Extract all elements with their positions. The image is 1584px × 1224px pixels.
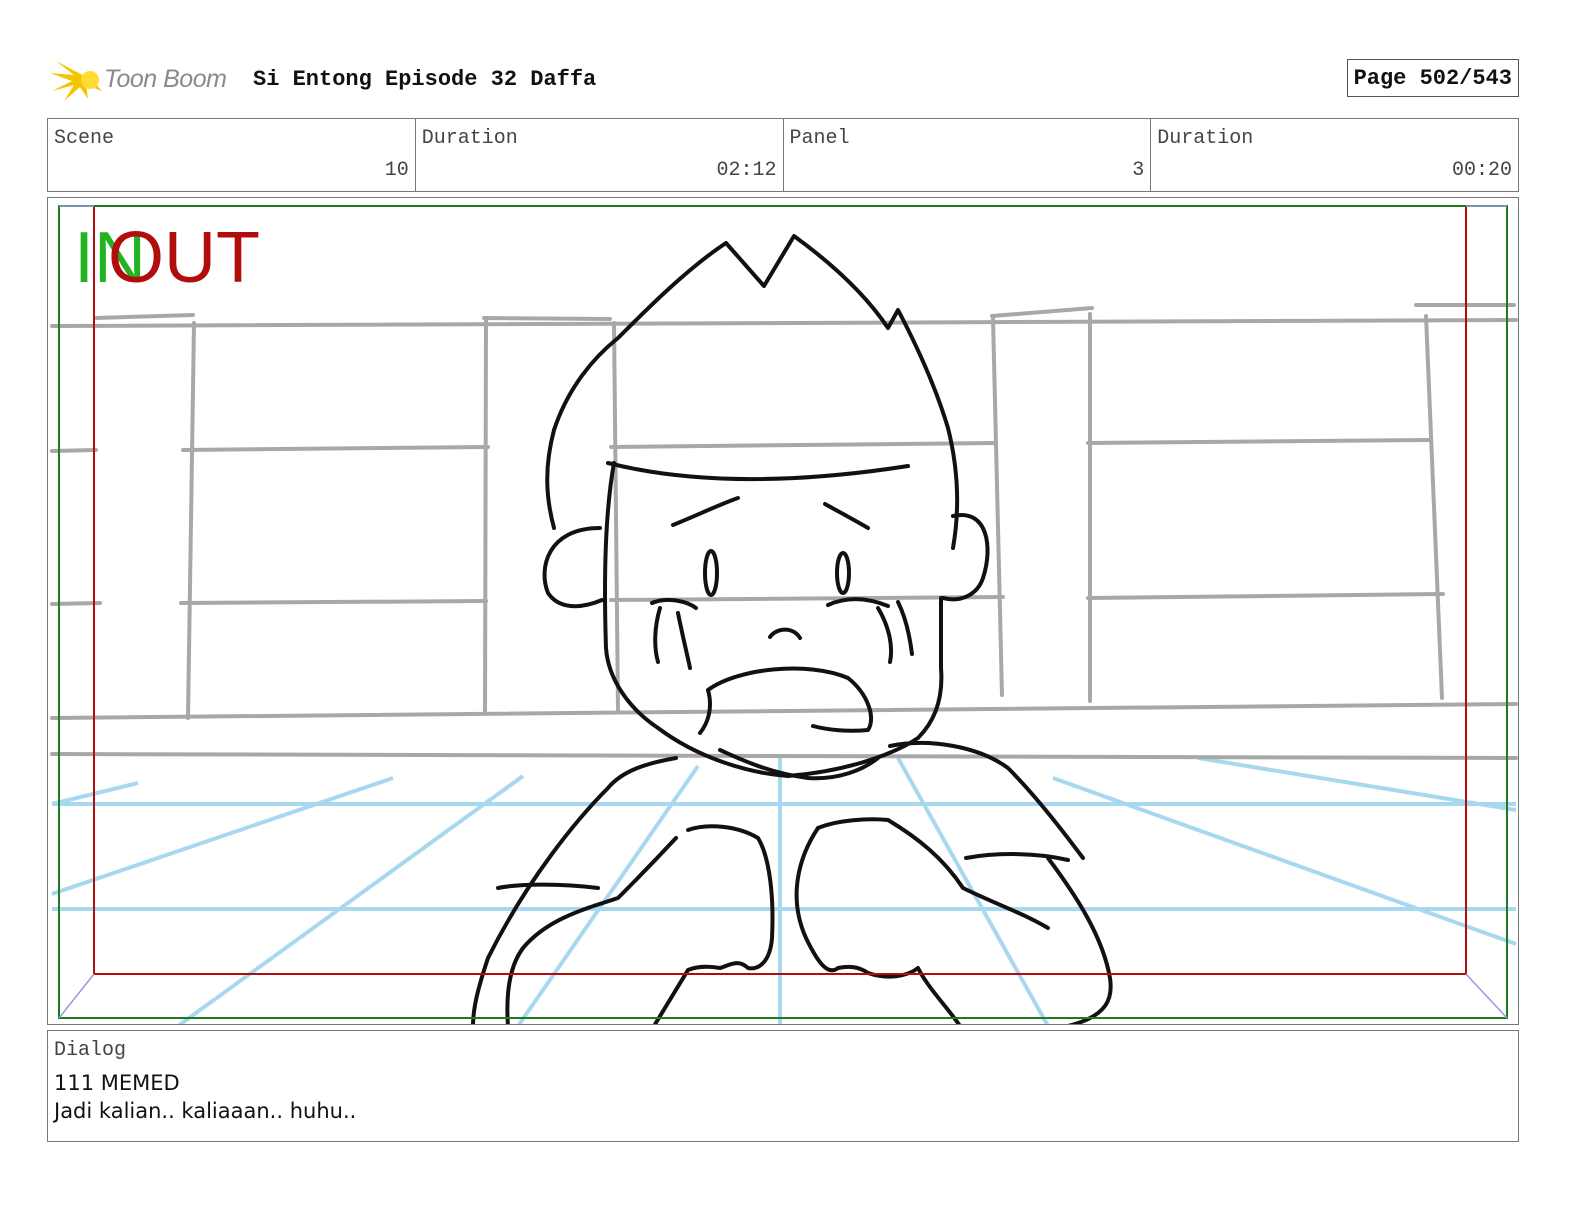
page-header: Toon Boom Si Entong Episode 32 Daffa Pag… xyxy=(48,55,1521,105)
dialog-label: Dialog xyxy=(54,1039,127,1062)
dialog-text: Jadi kalian.. kaliaaan.. huhu.. xyxy=(54,1099,357,1123)
storyboard-panel: IN OUT xyxy=(47,197,1519,1025)
background-structure xyxy=(50,303,1518,760)
scene-label: Scene xyxy=(54,127,115,150)
dialog-box: Dialog 111 MEMED Jadi kalian.. kaliaaan.… xyxy=(47,1030,1519,1142)
scene-duration-value: 02:12 xyxy=(716,159,777,182)
scene-cell: Scene 10 xyxy=(48,119,416,191)
scene-value: 10 xyxy=(384,159,409,182)
character-sketch xyxy=(471,234,1113,1024)
scene-duration-cell: Duration 02:12 xyxy=(416,119,784,191)
in-frame xyxy=(58,205,1508,1019)
panel-label: Panel xyxy=(789,127,850,150)
scene-duration-label: Duration xyxy=(421,127,518,150)
panel-duration-cell: Duration 00:20 xyxy=(1151,119,1518,191)
out-frame-label: OUT xyxy=(108,218,260,298)
logo-text: Toon Boom xyxy=(104,65,227,93)
page-number: Page 502/543 xyxy=(1346,59,1519,97)
toon-boom-logo-icon xyxy=(50,61,102,101)
perspective-guides xyxy=(51,756,1517,1024)
panel-sketch xyxy=(50,205,1518,1024)
frame-corner-arrows xyxy=(58,205,1508,1019)
dialog-speaker: 111 MEMED xyxy=(54,1071,180,1095)
scene-info-table: Scene 10 Duration 02:12 Panel 3 Duration… xyxy=(47,118,1519,192)
document-title: Si Entong Episode 32 Daffa xyxy=(253,67,597,92)
panel-duration-value: 00:20 xyxy=(1451,159,1512,182)
panel-cell: Panel 3 xyxy=(784,119,1152,191)
panel-value: 3 xyxy=(1132,159,1145,182)
panel-duration-label: Duration xyxy=(1157,127,1254,150)
